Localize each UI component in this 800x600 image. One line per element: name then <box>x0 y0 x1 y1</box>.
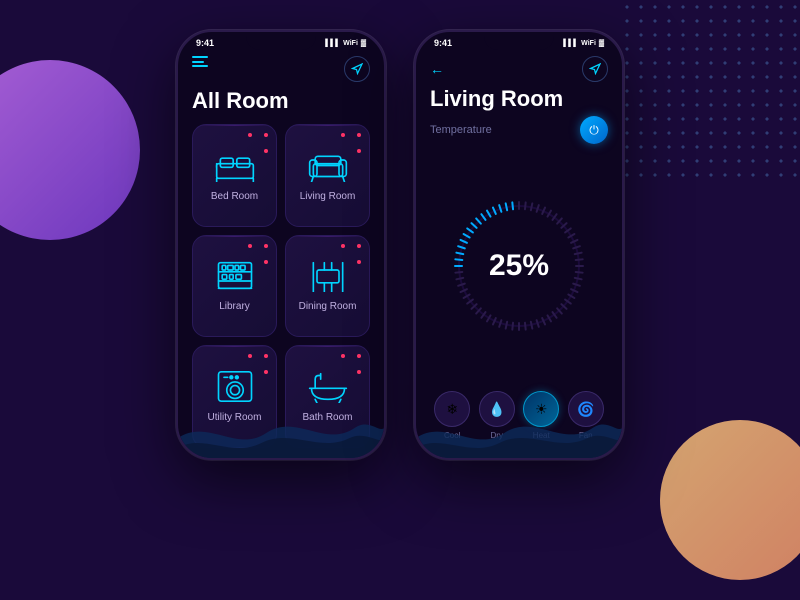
location-button-right[interactable] <box>582 56 608 82</box>
dot-decoration <box>264 244 268 248</box>
dot-decoration <box>357 244 361 248</box>
wave-bottom-right <box>416 398 622 458</box>
dot-decoration <box>264 354 268 358</box>
room-icon-bedroom <box>213 149 257 185</box>
location-button[interactable] <box>344 56 370 82</box>
back-button[interactable]: ← <box>430 61 444 77</box>
phone-notch <box>246 32 316 50</box>
right-header: ← <box>430 54 608 82</box>
room-name-library: Library <box>219 301 250 312</box>
room-icon-diningroom <box>306 259 350 295</box>
room-card-diningroom[interactable]: Dining Room <box>285 235 370 338</box>
dot-decoration <box>341 133 345 137</box>
status-time-left: 9:41 <box>196 38 214 48</box>
dot-decoration <box>264 260 268 264</box>
gauge-percent: 25% <box>489 249 549 283</box>
right-phone-screen: ← Living Room Temperature ⏻ <box>416 50 622 448</box>
battery-icon-right: ▓ <box>599 40 604 47</box>
room-icon-library <box>213 259 257 295</box>
status-icons-right: ▌▌▌ WiFi ▓ <box>563 40 604 47</box>
dot-decoration <box>357 370 361 374</box>
left-header <box>192 54 370 82</box>
dot-decoration <box>341 244 345 248</box>
bg-decoration-dots <box>620 0 800 180</box>
status-time-right: 9:41 <box>434 38 452 48</box>
battery-icon: ▓ <box>361 40 366 47</box>
wifi-icon: WiFi <box>343 40 358 47</box>
right-phone: 9:41 ▌▌▌ WiFi ▓ ← Living Room Temperatur… <box>414 30 624 460</box>
dot-decoration <box>248 354 252 358</box>
dot-decoration <box>264 370 268 374</box>
wave-bottom-left <box>178 398 384 458</box>
dot-decoration <box>341 354 345 358</box>
dot-decoration <box>264 133 268 137</box>
menu-button[interactable] <box>192 56 208 67</box>
room-card-bedroom[interactable]: Bed Room <box>192 124 277 227</box>
temp-label: Temperature <box>430 124 492 136</box>
signal-icon-right: ▌▌▌ <box>563 40 578 47</box>
signal-icon: ▌▌▌ <box>325 40 340 47</box>
gauge-container: 25% <box>430 156 608 375</box>
room-name-bedroom: Bed Room <box>211 191 258 202</box>
dot-decoration <box>248 244 252 248</box>
room-card-library[interactable]: Library <box>192 235 277 338</box>
dot-decoration <box>264 149 268 153</box>
room-name-diningroom: Dining Room <box>299 301 357 312</box>
temp-row: Temperature ⏻ <box>430 116 608 144</box>
left-phone: 9:41 ▌▌▌ WiFi ▓ All Room <box>176 30 386 460</box>
status-icons-left: ▌▌▌ WiFi ▓ <box>325 40 366 47</box>
left-phone-screen: All Room Bed Room Living Room Library <box>178 50 384 448</box>
phones-container: 9:41 ▌▌▌ WiFi ▓ All Room <box>176 30 624 460</box>
page-title-left: All Room <box>192 88 370 114</box>
bg-decoration-circle-right <box>660 420 800 580</box>
dot-decoration <box>357 260 361 264</box>
room-icon-livingroom <box>306 149 350 185</box>
phone-notch-right <box>484 32 554 50</box>
room-card-livingroom[interactable]: Living Room <box>285 124 370 227</box>
dot-decoration <box>357 149 361 153</box>
page-title-right: Living Room <box>430 86 608 112</box>
bg-decoration-circle-left <box>0 60 140 240</box>
dot-decoration <box>357 133 361 137</box>
room-name-livingroom: Living Room <box>300 191 356 202</box>
gauge-wrapper: 25% <box>444 191 594 341</box>
dot-decoration <box>357 354 361 358</box>
wifi-icon-right: WiFi <box>581 40 596 47</box>
dot-decoration <box>248 133 252 137</box>
power-button[interactable]: ⏻ <box>580 116 608 144</box>
